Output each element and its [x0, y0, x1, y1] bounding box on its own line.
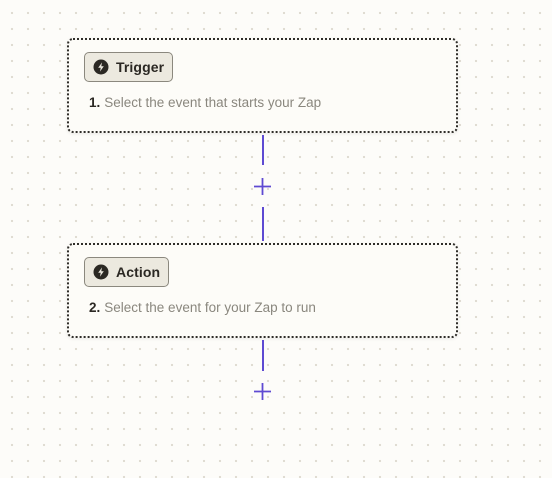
connector-line — [262, 135, 264, 165]
zap-editor-canvas: Trigger 1. Select the event that starts y… — [0, 0, 552, 478]
add-step-button[interactable] — [252, 381, 273, 402]
connector-line — [262, 340, 264, 371]
add-step-button[interactable] — [252, 176, 273, 197]
step-number: 1. — [89, 95, 101, 110]
action-step-description: 2. Select the event for your Zap to run — [89, 300, 316, 315]
step-description-text: Select the event that starts your Zap — [104, 95, 322, 110]
step-number: 2. — [89, 300, 101, 315]
step-description-text: Select the event for your Zap to run — [104, 300, 316, 315]
plus-icon — [254, 383, 271, 400]
action-step-card[interactable]: Action 2. Select the event for your Zap t… — [67, 243, 458, 338]
action-badge: Action — [84, 257, 170, 287]
action-badge-label: Action — [116, 264, 161, 280]
trigger-badge: Trigger — [84, 52, 174, 82]
plus-icon — [254, 178, 271, 195]
lightning-bolt-icon — [93, 264, 109, 280]
trigger-step-description: 1. Select the event that starts your Zap — [89, 95, 321, 110]
connector-line — [262, 207, 264, 241]
trigger-badge-label: Trigger — [116, 59, 165, 75]
trigger-step-card[interactable]: Trigger 1. Select the event that starts y… — [67, 38, 458, 133]
lightning-bolt-icon — [93, 59, 109, 75]
